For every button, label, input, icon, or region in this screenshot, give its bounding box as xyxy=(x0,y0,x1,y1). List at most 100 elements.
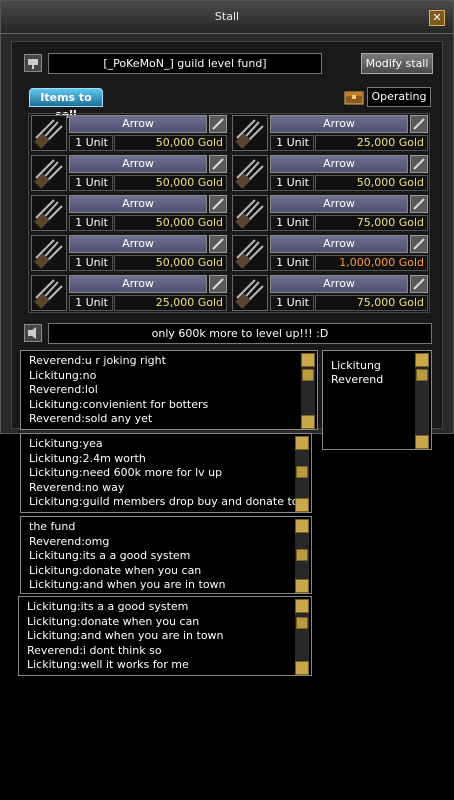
items-grid: Arrow 1 Unit 50,000 Gold Arrow 1 Unit 25,000 … xyxy=(28,113,430,313)
chat-line: the fund xyxy=(29,520,76,533)
chat-log: Lickitung:yea Lickitung:2.4m worth Lickitu… xyxy=(20,433,312,513)
item-name: Arrow xyxy=(69,115,207,133)
item-name: Arrow xyxy=(270,115,408,133)
scroll-down-icon[interactable] xyxy=(415,435,429,449)
stall-item[interactable]: Arrow 1 Unit 1,000,000 Gold xyxy=(232,235,429,273)
arrow-bundle-icon[interactable] xyxy=(31,195,67,231)
item-quantity: 1 Unit xyxy=(69,295,113,311)
arrow-bundle-icon[interactable] xyxy=(232,155,268,191)
tab-items-to-sell[interactable]: Items to sell xyxy=(29,88,103,121)
pencil-icon[interactable] xyxy=(410,155,428,173)
stall-item[interactable]: Arrow 1 Unit 75,000 Gold xyxy=(232,195,429,233)
item-quantity: 1 Unit xyxy=(270,135,314,151)
item-price: 1,000,000 Gold xyxy=(315,255,428,271)
arrow-bundle-icon[interactable] xyxy=(232,195,268,231)
item-name: Arrow xyxy=(69,275,207,293)
arrow-bundle-icon[interactable] xyxy=(232,275,268,311)
chat-scrollbar[interactable] xyxy=(295,519,309,593)
chat-scrollbar[interactable] xyxy=(301,353,315,429)
item-name: Arrow xyxy=(69,155,207,173)
pencil-icon[interactable] xyxy=(209,195,227,213)
item-price: 50,000 Gold xyxy=(114,175,227,191)
scroll-down-icon[interactable] xyxy=(301,415,315,429)
chat-line: Lickitung:its a a good system xyxy=(29,549,191,562)
chat-line: Lickitung:donate when you can xyxy=(29,563,202,577)
arrow-bundle-icon[interactable] xyxy=(31,275,67,311)
chat-scrollbar[interactable] xyxy=(295,599,309,675)
stall-item[interactable]: Arrow 1 Unit 25,000 Gold xyxy=(31,275,228,313)
item-quantity: 1 Unit xyxy=(69,175,113,191)
scroll-down-icon[interactable] xyxy=(295,498,309,512)
scroll-down-icon[interactable] xyxy=(295,661,309,675)
stall-icon[interactable] xyxy=(24,54,42,72)
user-name[interactable]: Lickitung xyxy=(331,359,383,373)
scroll-thumb[interactable] xyxy=(302,369,314,381)
item-name: Arrow xyxy=(270,195,408,213)
item-price: 50,000 Gold xyxy=(114,255,227,271)
stall-item[interactable]: Arrow 1 Unit 50,000 Gold xyxy=(31,155,228,193)
window-title: Stall xyxy=(214,10,240,23)
chat-log: Reverend:u r joking right Lickitung:no Rev… xyxy=(20,350,318,430)
pencil-icon[interactable] xyxy=(209,235,227,253)
arrow-bundle-icon[interactable] xyxy=(232,115,268,151)
pencil-icon[interactable] xyxy=(410,275,428,293)
item-quantity: 1 Unit xyxy=(270,175,314,191)
item-price: 25,000 Gold xyxy=(114,295,227,311)
item-name: Arrow xyxy=(270,155,408,173)
chat-line: Lickitung:no xyxy=(29,368,97,382)
arrow-bundle-icon[interactable] xyxy=(31,115,67,151)
stall-item[interactable]: Arrow 1 Unit 25,000 Gold xyxy=(232,115,429,153)
arrow-bundle-icon[interactable] xyxy=(232,235,268,271)
scroll-thumb[interactable] xyxy=(296,466,308,478)
pencil-icon[interactable] xyxy=(209,155,227,173)
user-name[interactable]: Reverend xyxy=(331,373,383,387)
chat-line: Reverend:lol xyxy=(29,383,98,396)
scroll-down-icon[interactable] xyxy=(295,579,309,593)
chat-log: Lickitung:its a a good system Lickitung:d… xyxy=(18,596,312,676)
item-price: 50,000 Gold xyxy=(114,215,227,231)
scroll-up-icon[interactable] xyxy=(295,599,309,613)
stall-message[interactable]: only 600k more to level up!!! :D xyxy=(48,323,432,344)
close-icon[interactable]: ✕ xyxy=(429,10,445,26)
item-quantity: 1 Unit xyxy=(270,295,314,311)
item-price: 25,000 Gold xyxy=(315,135,428,151)
chat-scrollbar[interactable] xyxy=(295,436,309,512)
user-list-scrollbar[interactable] xyxy=(415,353,429,449)
stall-item[interactable]: Arrow 1 Unit 50,000 Gold xyxy=(31,115,228,153)
item-price: 50,000 Gold xyxy=(114,135,227,151)
item-name: Arrow xyxy=(69,235,207,253)
title-bar[interactable]: Stall ✕ xyxy=(1,1,453,34)
chat-line: Lickitung:donate when you can xyxy=(27,614,200,628)
item-quantity: 1 Unit xyxy=(69,135,113,151)
stall-item[interactable]: Arrow 1 Unit 50,000 Gold xyxy=(232,155,429,193)
item-name: Arrow xyxy=(270,275,408,293)
scroll-up-icon[interactable] xyxy=(301,353,315,367)
item-price: 50,000 Gold xyxy=(315,175,428,191)
modify-stall-button[interactable]: Modify stall xyxy=(361,53,433,74)
item-name: Arrow xyxy=(69,195,207,213)
scroll-up-icon[interactable] xyxy=(295,436,309,450)
scroll-thumb[interactable] xyxy=(296,549,308,561)
pencil-icon[interactable] xyxy=(209,115,227,133)
chest-icon xyxy=(343,87,365,107)
arrow-bundle-icon[interactable] xyxy=(31,235,67,271)
stall-item[interactable]: Arrow 1 Unit 50,000 Gold xyxy=(31,195,228,233)
stall-item[interactable]: Arrow 1 Unit 50,000 Gold xyxy=(31,235,228,273)
pencil-icon[interactable] xyxy=(410,235,428,253)
pencil-icon[interactable] xyxy=(410,195,428,213)
chat-line: Reverend:no way xyxy=(29,480,125,494)
pencil-icon[interactable] xyxy=(209,275,227,293)
item-price: 75,000 Gold xyxy=(315,295,428,311)
speaker-icon[interactable] xyxy=(24,324,42,342)
stall-item[interactable]: Arrow 1 Unit 75,000 Gold xyxy=(232,275,429,313)
stall-name-field[interactable]: [_PoKeMoN_] guild level fund] xyxy=(48,53,322,74)
pencil-icon[interactable] xyxy=(410,115,428,133)
chat-line: Reverend:i dont think so xyxy=(27,643,162,657)
scroll-up-icon[interactable] xyxy=(415,353,429,367)
chat-line: Reverend:sold any yet xyxy=(29,412,153,425)
scroll-up-icon[interactable] xyxy=(295,519,309,533)
scroll-thumb[interactable] xyxy=(296,617,308,629)
arrow-bundle-icon[interactable] xyxy=(31,155,67,191)
scroll-thumb[interactable] xyxy=(416,369,428,381)
item-name: Arrow xyxy=(270,235,408,253)
